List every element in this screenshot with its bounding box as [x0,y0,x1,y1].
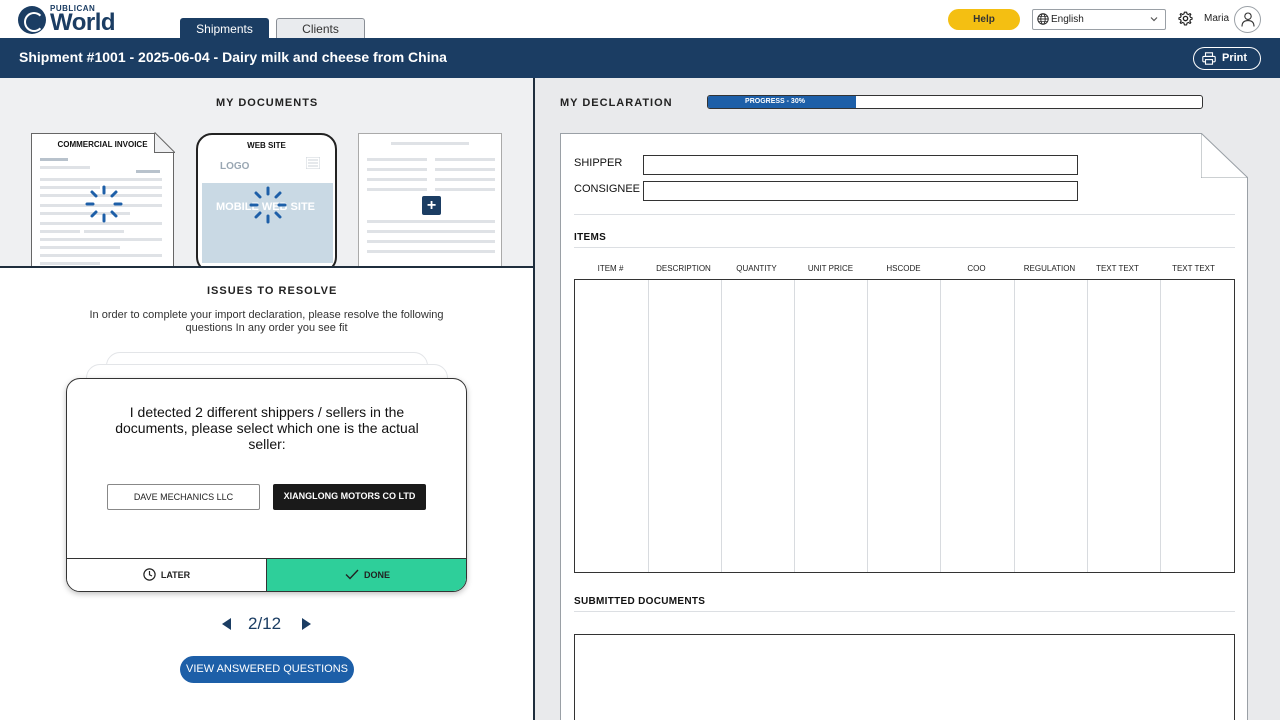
gear-icon[interactable] [1178,11,1193,26]
shipper-label: SHIPPER [574,157,623,169]
consignee-field[interactable] [643,181,1078,201]
column-header-unit-price: UNIT PRICE [807,264,854,273]
column-divider [648,280,649,572]
document-card-add[interactable]: + [358,133,502,266]
web-logo-text: LOGO [220,161,250,172]
progress-label: PROGRESS - 30% [745,98,805,105]
column-divider [1087,280,1088,572]
done-button[interactable]: DONE [267,559,466,591]
question-text: I detected 2 different shippers / seller… [115,404,419,452]
document-card-label: WEB SITE [247,141,286,150]
avatar[interactable] [1234,6,1261,33]
column-divider [1014,280,1015,572]
globe-logo-icon [18,6,46,34]
page-fold [1201,133,1248,178]
column-header-text-1: TEXT TEXT [1096,264,1139,273]
column-header-description: DESCRIPTION [656,264,711,273]
divider [574,214,1235,215]
shipper-field[interactable] [643,155,1078,175]
documents-heading: MY DOCUMENTS [216,97,319,109]
menu-icon [306,157,320,169]
question-counter: 2/12 [248,614,282,633]
page-fold [154,133,175,153]
seller-option-xianglong-motors[interactable]: XIANGLONG MOTORS CO LTD [273,484,426,510]
done-label: DONE [363,570,390,580]
submitted-documents-box[interactable] [574,634,1235,720]
progress-bar: PROGRESS - 30% [707,95,1203,109]
user-icon [1241,12,1255,27]
publican-world-logo[interactable]: PUBLICAN World [18,4,128,36]
shipment-title: Shipment #1001 - 2025-06-04 - Dairy milk… [19,49,447,65]
document-card-commercial-invoice[interactable]: COMMERCIAL INVOICE [31,133,174,266]
document-card-web-site[interactable]: WEB SITE LOGO MOBILE WEB SITE [196,133,337,266]
globe-icon [1037,13,1049,25]
issues-panel: ISSUES TO RESOLVE In order to complete y… [0,266,533,720]
question-pager: 2/12 [220,614,316,634]
tab-shipments[interactable]: Shipments [180,18,269,39]
column-divider [1160,280,1161,572]
documents-panel: MY DOCUMENTS COMMERCIAL INVOICE WEB SITE… [0,78,533,266]
view-answered-questions-button[interactable]: VIEW ANSWERED QUESTIONS [180,656,354,683]
tab-clients[interactable]: Clients [276,18,365,39]
column-header-coo: COO [967,264,986,273]
later-label: LATER [160,570,191,580]
column-header-regulation: REGULATION [1023,264,1076,273]
issues-heading: ISSUES TO RESOLVE [207,285,338,297]
column-divider [794,280,795,572]
column-divider [867,280,868,572]
document-card-label: COMMERCIAL INVOICE [57,140,148,149]
consignee-label: CONSIGNEE [574,183,641,195]
declaration-heading: MY DECLARATION [560,97,673,109]
printer-icon [1202,52,1216,65]
column-header-hscode: HSCODE [886,264,921,273]
column-divider [721,280,722,572]
column-header-text-2: TEXT TEXT [1172,264,1215,273]
help-button[interactable]: Help [948,9,1020,30]
seller-option-dave-mechanics[interactable]: DAVE MECHANICS LLC [107,484,260,510]
add-document-button[interactable]: + [422,196,441,215]
items-table[interactable] [574,279,1235,573]
question-actions: LATER DONE [67,558,466,591]
progress-fill: PROGRESS - 30% [708,96,857,108]
declaration-sheet: SHIPPER CONSIGNEE ITEMS ITEM # DESCRIPTI… [560,133,1248,720]
previous-question-arrow-icon[interactable] [222,618,231,630]
language-select[interactable]: English [1032,9,1166,30]
user-name: Maria [1204,13,1230,24]
next-question-arrow-icon[interactable] [302,618,311,630]
column-divider [940,280,941,572]
declaration-panel: MY DECLARATION PROGRESS - 30% SHIPPER CO… [535,78,1280,720]
divider [574,247,1235,248]
print-button[interactable]: Print [1193,47,1261,70]
clock-icon [143,568,156,581]
divider [574,611,1235,612]
chevron-down-icon [1150,17,1158,22]
loading-spinner-icon [85,185,123,223]
loading-spinner-icon [249,186,287,224]
column-header-quantity: QUANTITY [736,264,777,273]
top-bar: PUBLICAN World Shipments Clients Help En… [0,0,1280,39]
language-value: English [1051,14,1084,25]
later-button[interactable]: LATER [67,559,267,591]
print-label: Print [1222,52,1248,64]
column-header-item-number: ITEM # [597,264,624,273]
logo-main-text: World [50,9,116,36]
submitted-documents-heading: SUBMITTED DOCUMENTS [574,596,706,607]
items-heading: ITEMS [574,232,607,243]
shipment-title-bar: Shipment #1001 - 2025-06-04 - Dairy milk… [0,38,1280,78]
checkmark-icon [345,569,359,580]
issues-intro: In order to complete your import declara… [89,309,444,334]
question-card: I detected 2 different shippers / seller… [66,378,467,592]
